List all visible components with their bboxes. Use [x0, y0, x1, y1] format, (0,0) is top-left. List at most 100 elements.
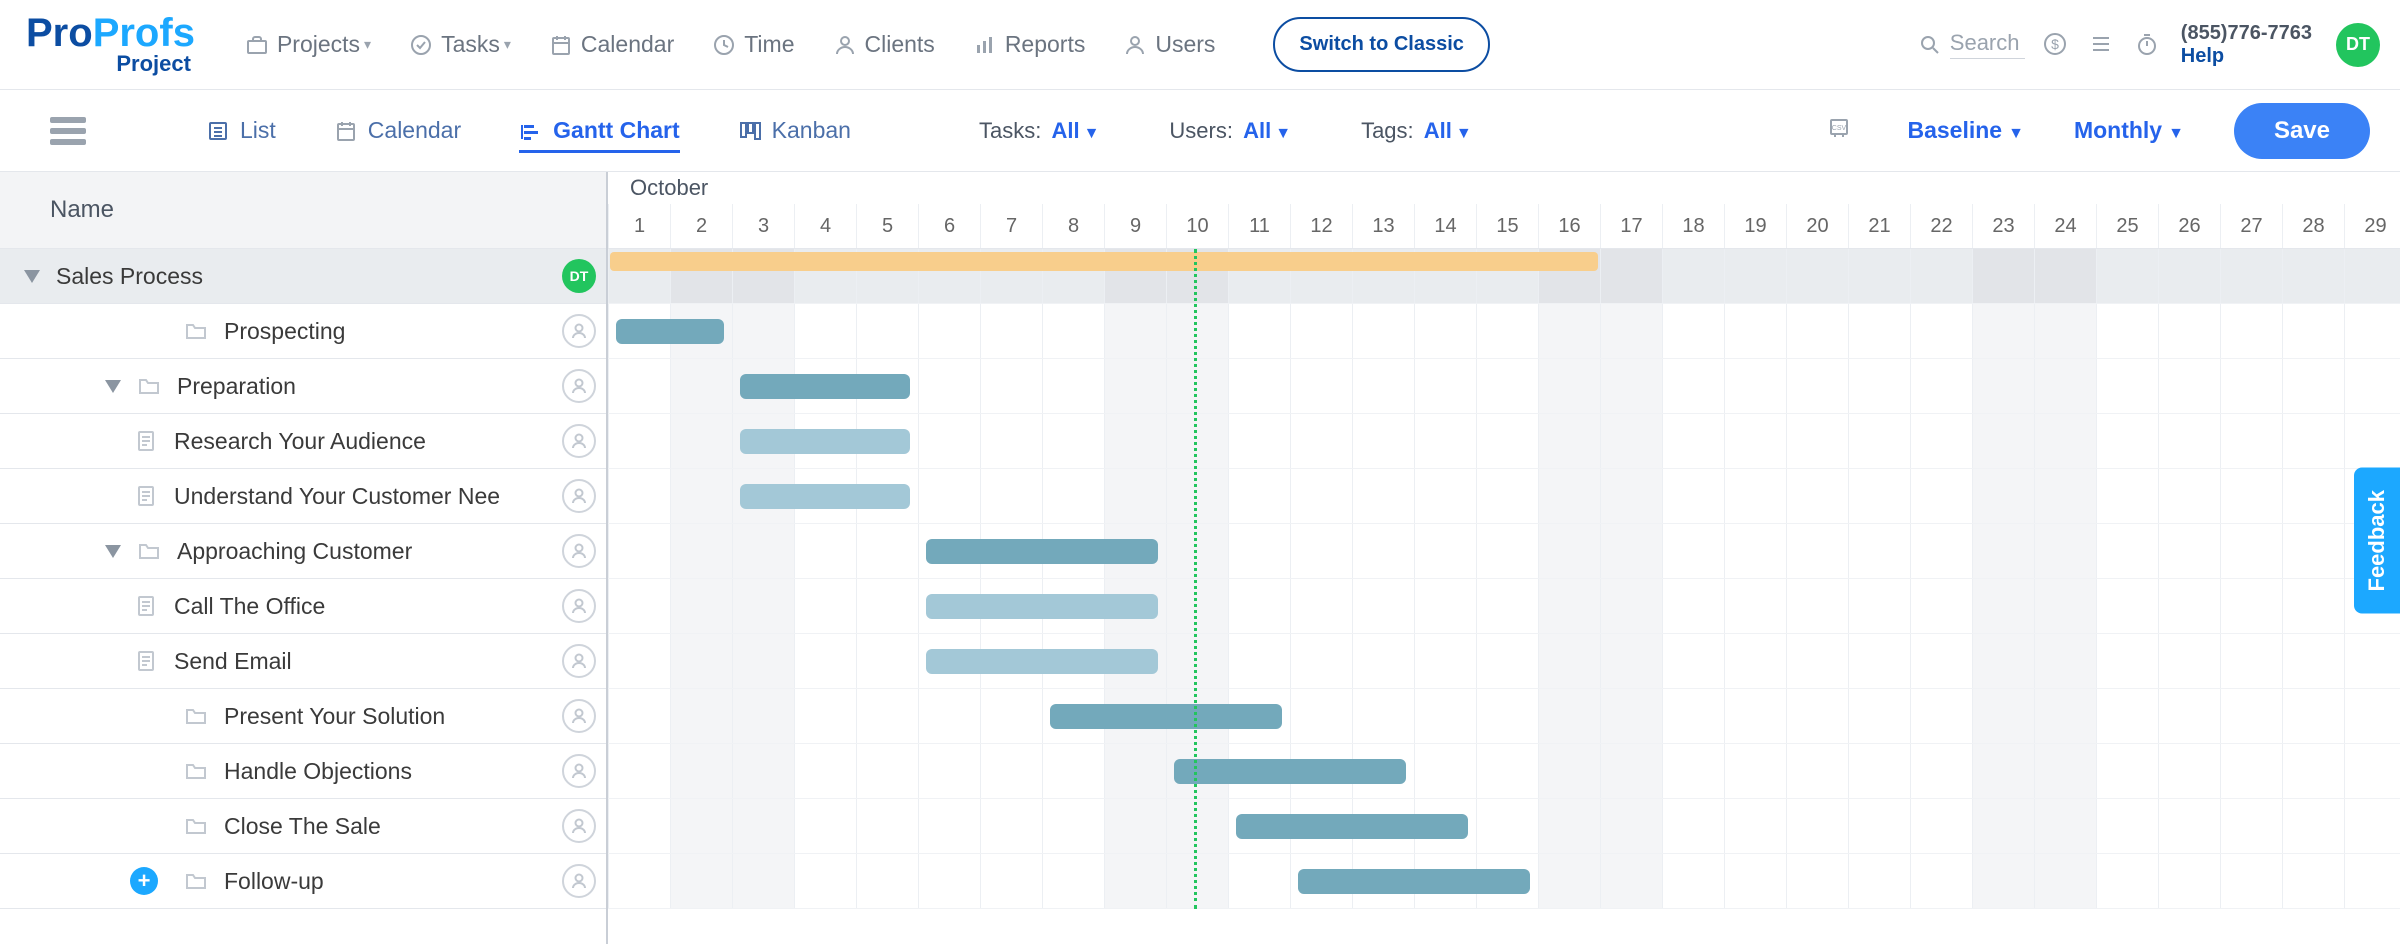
baseline-label: Baseline	[1907, 117, 2002, 143]
view-list[interactable]: List	[206, 117, 276, 144]
save-button[interactable]: Save	[2234, 103, 2370, 159]
task-row[interactable]: Preparation	[0, 359, 606, 414]
gantt-cell	[856, 524, 918, 578]
gantt-cell	[2096, 634, 2158, 688]
logo[interactable]: ProProfs Project	[26, 13, 195, 77]
gantt-bar[interactable]	[740, 429, 910, 454]
collapse-icon[interactable]	[105, 545, 121, 558]
nav-projects[interactable]: Projects▾	[245, 31, 371, 58]
gantt-bar[interactable]	[1050, 704, 1282, 729]
view-label: List	[240, 117, 276, 144]
gantt-bar[interactable]	[1236, 814, 1468, 839]
gantt-cell	[2034, 304, 2096, 358]
gantt-cell	[1104, 359, 1166, 413]
assignee-avatar[interactable]	[562, 314, 596, 348]
chevron-down-icon: ▼	[1275, 125, 1291, 142]
task-row[interactable]: +Follow-up	[0, 854, 606, 909]
task-row[interactable]: Present Your Solution	[0, 689, 606, 744]
switch-classic-button[interactable]: Switch to Classic	[1273, 17, 1490, 72]
filter-tasks[interactable]: Tasks: All▼	[979, 118, 1099, 144]
task-row[interactable]: Approaching Customer	[0, 524, 606, 579]
assignee-avatar[interactable]	[562, 699, 596, 733]
gantt-bar[interactable]	[926, 649, 1158, 674]
task-row[interactable]: Call The Office	[0, 579, 606, 634]
baseline-dropdown[interactable]: Baseline▼	[1907, 117, 2023, 144]
search-input[interactable]: Search	[1918, 30, 2025, 59]
gantt-bar[interactable]	[926, 539, 1158, 564]
task-row[interactable]: Close The Sale	[0, 799, 606, 854]
filter-tags[interactable]: Tags: All▼	[1361, 118, 1472, 144]
chevron-down-icon: ▾	[364, 36, 371, 53]
gantt-cell	[670, 744, 732, 798]
task-row[interactable]: Understand Your Customer Nee	[0, 469, 606, 524]
gantt-cell	[2158, 744, 2220, 798]
day-header-cell: 11	[1228, 204, 1290, 248]
task-row[interactable]: Prospecting	[0, 304, 606, 359]
filter-users[interactable]: Users: All▼	[1169, 118, 1291, 144]
gantt-cell	[1414, 524, 1476, 578]
gantt-bar[interactable]	[610, 252, 1598, 271]
folder-icon	[137, 374, 161, 398]
folder-icon	[184, 814, 208, 838]
timer-icon[interactable]	[2135, 32, 2161, 58]
gantt-bar[interactable]	[616, 319, 724, 344]
nav-calendar[interactable]: Calendar	[549, 31, 674, 58]
collapse-icon[interactable]	[105, 380, 121, 393]
assignee-avatar[interactable]	[562, 644, 596, 678]
collapse-icon[interactable]	[24, 270, 40, 283]
assignee-avatar[interactable]	[562, 369, 596, 403]
gantt-cell	[608, 469, 670, 523]
view-calendar[interactable]: Calendar	[334, 117, 461, 144]
assignee-avatar[interactable]	[562, 534, 596, 568]
monthly-dropdown[interactable]: Monthly▼	[2074, 117, 2184, 144]
gantt-cell	[856, 854, 918, 908]
gantt-cell	[1104, 304, 1166, 358]
gantt-bar[interactable]	[926, 594, 1158, 619]
view-label: Calendar	[368, 117, 461, 144]
view-kanban[interactable]: Kanban	[738, 117, 851, 144]
user-avatar[interactable]: DT	[2336, 23, 2380, 67]
view-gantt[interactable]: Gantt Chart	[519, 117, 680, 153]
task-row[interactable]: Sales ProcessDT	[0, 249, 606, 304]
nav-reports[interactable]: Reports	[973, 31, 1086, 58]
feedback-tab[interactable]: Feedback	[2354, 468, 2400, 614]
gantt-cell	[2158, 469, 2220, 523]
assignee-avatar[interactable]	[562, 424, 596, 458]
gantt-bar[interactable]	[740, 484, 910, 509]
gantt-bar[interactable]	[1174, 759, 1406, 784]
gantt-cell	[1972, 414, 2034, 468]
assignee-avatar[interactable]	[562, 864, 596, 898]
add-icon[interactable]: +	[130, 867, 158, 895]
settings-icon[interactable]	[2089, 32, 2115, 58]
gantt-cell	[1414, 304, 1476, 358]
menu-icon[interactable]	[50, 112, 86, 150]
dollar-icon[interactable]	[2043, 32, 2069, 58]
gantt-cell	[2096, 689, 2158, 743]
gantt-cell	[1476, 634, 1538, 688]
gantt-cell	[1910, 689, 1972, 743]
gantt-cell	[1662, 634, 1724, 688]
gantt-cell	[1662, 359, 1724, 413]
gantt-cell	[1910, 469, 1972, 523]
assignee-avatar[interactable]: DT	[562, 259, 596, 293]
gantt-cell	[1600, 359, 1662, 413]
gantt-bar[interactable]	[740, 374, 910, 399]
nav-clients[interactable]: Clients	[833, 31, 935, 58]
gantt-cell	[1724, 414, 1786, 468]
assignee-avatar[interactable]	[562, 754, 596, 788]
help-link[interactable]: Help	[2181, 45, 2312, 68]
assignee-avatar[interactable]	[562, 589, 596, 623]
gantt-cell	[1414, 414, 1476, 468]
nav-users[interactable]: Users	[1123, 31, 1215, 58]
export-csv-icon[interactable]	[1827, 116, 1857, 146]
task-row[interactable]: Send Email	[0, 634, 606, 689]
assignee-avatar[interactable]	[562, 479, 596, 513]
gantt-bar[interactable]	[1298, 869, 1530, 894]
task-row[interactable]: Handle Objections	[0, 744, 606, 799]
task-row[interactable]: Research Your Audience	[0, 414, 606, 469]
nav-time[interactable]: Time	[712, 31, 794, 58]
assignee-avatar[interactable]	[562, 809, 596, 843]
gantt-cell	[1600, 799, 1662, 853]
nav-tasks[interactable]: Tasks▾	[409, 31, 511, 58]
gantt-cell	[1724, 579, 1786, 633]
